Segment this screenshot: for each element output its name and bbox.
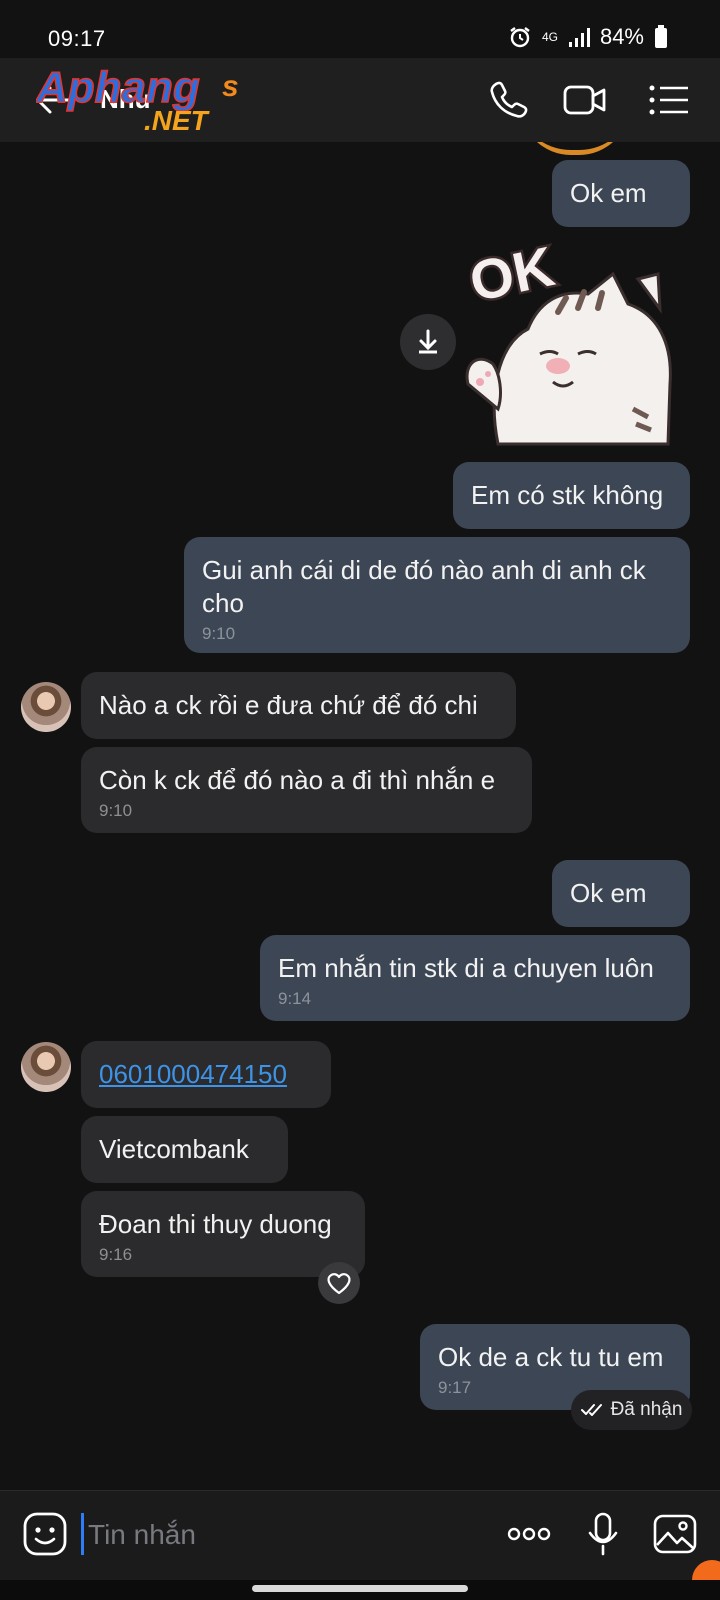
message-bubble-outgoing[interactable]: Gui anh cái di de đó nào anh di anh ck c… <box>184 537 690 653</box>
watermark-logo: Aphang s .NET <box>36 62 239 136</box>
double-check-icon <box>580 1404 602 1416</box>
svg-text:s: s <box>222 70 239 103</box>
message-time: 9:14 <box>278 989 312 1008</box>
react-heart-button[interactable] <box>318 1262 360 1304</box>
message-text: Còn k ck để đó nào a đi thì nhắn e <box>99 765 496 795</box>
home-gesture-handle[interactable] <box>252 1585 468 1592</box>
message-text: Gui anh cái di de đó nào anh di anh ck c… <box>202 555 646 618</box>
gallery-image-icon[interactable] <box>652 1511 698 1557</box>
contact-avatar[interactable] <box>21 1042 71 1092</box>
sticker-emoji-icon[interactable] <box>22 1511 68 1557</box>
read-receipt-badge: Đã nhận <box>571 1390 692 1430</box>
message-list[interactable]: Ok em OK Em có stk không Gui anh cái di … <box>0 142 720 1490</box>
message-text: Em có stk không <box>471 480 664 510</box>
message-bubble-incoming[interactable]: Còn k ck để đó nào a đi thì nhắn e 9:10 <box>81 747 532 833</box>
microphone-icon[interactable] <box>580 1511 626 1557</box>
network-type-label: 4G <box>541 30 558 44</box>
more-options-icon[interactable] <box>506 1511 552 1557</box>
message-composer <box>0 1490 720 1581</box>
message-bubble-incoming[interactable]: Nào a ck rồi e đưa chứ để đó chi <box>81 672 516 739</box>
menu-list-icon[interactable] <box>646 78 692 122</box>
alarm-icon <box>510 27 530 48</box>
message-text: Đoan thi thuy duong <box>99 1209 332 1239</box>
video-call-icon[interactable] <box>562 78 608 122</box>
receipt-label: Đã nhận <box>610 1399 683 1420</box>
download-button[interactable] <box>400 314 456 370</box>
battery-percent: 84% <box>599 24 644 49</box>
message-time: 9:10 <box>202 624 236 643</box>
message-bubble-outgoing[interactable]: Em có stk không <box>453 462 690 529</box>
message-bubble-outgoing[interactable]: Ok em <box>552 160 690 227</box>
battery-icon <box>655 25 667 48</box>
message-time: 9:16 <box>99 1245 133 1264</box>
message-bubble-incoming[interactable]: Vietcombank <box>81 1116 288 1183</box>
system-nav-bar <box>0 1580 720 1600</box>
download-icon <box>419 329 437 354</box>
message-text: Ok em <box>570 178 647 208</box>
message-input[interactable] <box>86 1513 470 1557</box>
message-text: Ok de a ck tu tu em <box>438 1342 664 1372</box>
svg-text:.NET: .NET <box>144 105 211 136</box>
status-icons: 4G 84% <box>508 24 668 50</box>
message-text: Nào a ck rồi e đưa chứ để đó chi <box>99 690 478 720</box>
status-time: 09:17 <box>48 26 106 51</box>
message-text: Ok em <box>570 878 647 908</box>
message-text: Vietcombank <box>99 1134 249 1164</box>
message-text: Em nhắn tin stk di a chuyen luôn <box>278 953 654 983</box>
status-bar: 09:17 4G 84% <box>0 0 720 58</box>
phone-call-icon[interactable] <box>486 78 532 122</box>
text-cursor <box>81 1513 84 1555</box>
message-bubble-outgoing[interactable]: Ok em <box>552 860 690 927</box>
message-bubble-incoming[interactable]: 0601000474150 <box>81 1041 331 1108</box>
contact-avatar[interactable] <box>21 682 71 732</box>
signal-icon <box>568 28 590 47</box>
message-time: 9:10 <box>99 801 133 820</box>
account-number-link[interactable]: 0601000474150 <box>99 1059 287 1089</box>
sticker-ok-cat[interactable]: OK <box>458 234 688 454</box>
message-bubble-outgoing[interactable]: Em nhắn tin stk di a chuyen luôn 9:14 <box>260 935 690 1021</box>
svg-text:OK: OK <box>464 234 559 313</box>
heart-icon <box>327 1273 351 1295</box>
partial-sticker-edge <box>520 142 630 155</box>
chat-header: Như Aphang s .NET <box>0 58 720 142</box>
